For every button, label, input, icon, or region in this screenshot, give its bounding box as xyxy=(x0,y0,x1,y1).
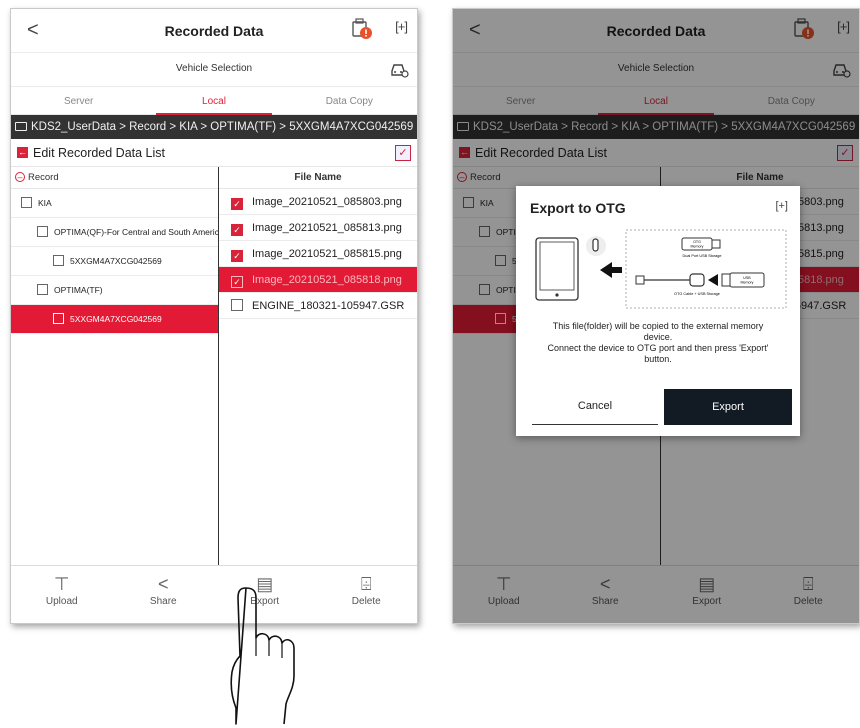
file-name: ENGINE_180321-105947.GSR xyxy=(252,300,405,312)
edit-list-icon[interactable]: ← xyxy=(17,147,28,158)
otg-memory-label-2: Memory xyxy=(691,245,704,249)
breadcrumb: KDS2_UserData > Record > KIA > OPTIMA(TF… xyxy=(11,115,417,139)
delete-label: Delete xyxy=(351,596,381,607)
record-tree-title: Record xyxy=(28,172,59,183)
tree-item[interactable]: OPTIMA(TF) xyxy=(11,276,218,305)
export-confirm-button[interactable]: Export xyxy=(664,389,792,425)
tree-item[interactable]: 5XXGM4A7XCG042569 xyxy=(11,247,218,276)
delete-icon: ⌹ xyxy=(360,574,372,594)
file-checkbox[interactable]: ✓ xyxy=(231,276,243,288)
record-tree-header[interactable]: – Record xyxy=(11,167,218,189)
tree-item[interactable]: OPTIMA(QF)-For Central and South America xyxy=(11,218,218,247)
export-dialog-screen: < Recorded Data [+] Vehicle Selection Se… xyxy=(452,8,860,624)
dialog-message-line: This file(folder) will be copied to the … xyxy=(552,321,764,331)
breadcrumb-path: KDS2_UserData > Record > KIA > OPTIMA(TF… xyxy=(31,121,414,133)
file-checkbox[interactable]: ✓ xyxy=(231,224,243,236)
tree-item-label: 5XXGM4A7XCG042569 xyxy=(70,256,162,266)
header: < Recorded Data [+] xyxy=(11,9,417,53)
file-checkbox[interactable] xyxy=(231,299,243,311)
export-otg-dialog: Export to OTG [+] OTG Memory Dual Port U… xyxy=(516,186,800,436)
dialog-message: This file(folder) will be copied to the … xyxy=(526,321,790,365)
file-name: Image_20210521_085803.png xyxy=(252,196,402,208)
file-name: Image_20210521_085815.png xyxy=(252,248,402,260)
tree-item-checkbox[interactable] xyxy=(53,255,64,266)
dual-port-label: Dual Port USB Storage xyxy=(682,254,721,258)
tap-hand-icon xyxy=(230,587,295,725)
file-row[interactable]: ENGINE_180321-105947.GSR xyxy=(219,293,417,319)
car-icon[interactable] xyxy=(389,59,409,79)
otg-illustration: OTG Memory Dual Port USB Storage USB Mem… xyxy=(535,229,787,309)
tree-item-label: 5XXGM4A7XCG042569 xyxy=(70,314,162,324)
file-row[interactable]: ✓ Image_20210521_085815.png xyxy=(219,241,417,267)
usb-memory-label-2: Memory xyxy=(741,281,754,285)
dialog-fullscreen-icon[interactable]: [+] xyxy=(775,200,788,212)
file-row[interactable]: ✓ Image_20210521_085803.png xyxy=(219,189,417,215)
tree-item-selected[interactable]: 5XXGM4A7XCG042569 xyxy=(11,305,218,334)
upload-icon: ⊤ xyxy=(53,574,70,594)
tree-item-checkbox[interactable] xyxy=(37,284,48,295)
dialog-message-line: device. xyxy=(643,332,673,342)
file-row-selected[interactable]: ✓ Image_20210521_085818.png xyxy=(219,267,417,293)
tab-server[interactable]: Server xyxy=(11,87,146,114)
tab-local[interactable]: Local xyxy=(146,87,281,115)
edit-list-label: Edit Recorded Data List xyxy=(33,146,166,160)
upload-label: Upload xyxy=(45,596,78,607)
arrow-left-icon xyxy=(600,262,622,278)
tree-item-label: OPTIMA(QF)-For Central and South America xyxy=(54,227,218,237)
share-icon: < xyxy=(157,574,169,594)
vehicle-selection-label: Vehicle Selection xyxy=(175,63,253,74)
select-all-checkbox[interactable]: ✓ xyxy=(395,145,411,161)
cancel-button[interactable]: Cancel xyxy=(532,389,658,425)
upload-button[interactable]: ⊤ Upload xyxy=(11,566,113,623)
file-checkbox[interactable]: ✓ xyxy=(231,250,243,262)
file-name: Image_20210521_085818.png xyxy=(252,274,402,286)
edit-list-header: ← Edit Recorded Data List ✓ xyxy=(11,139,417,167)
file-row[interactable]: ✓ Image_20210521_085813.png xyxy=(219,215,417,241)
vehicle-selection-bar[interactable]: Vehicle Selection xyxy=(11,53,417,87)
dialog-message-line: Connect the device to OTG port and then … xyxy=(547,343,769,353)
file-checkbox[interactable]: ✓ xyxy=(231,198,243,210)
dialog-message-line: button. xyxy=(644,354,672,364)
tree-item-checkbox[interactable] xyxy=(21,197,32,208)
recorded-data-screen: < Recorded Data [+] Vehicle Selection Se… xyxy=(10,8,418,624)
record-tree-panel: –Record KIA OPTIMA(QF)-For Central and S… xyxy=(11,167,219,565)
tree-item[interactable]: KIA xyxy=(11,189,218,218)
tab-data-copy[interactable]: Data Copy xyxy=(282,87,417,114)
usb-port-icon xyxy=(592,238,599,252)
share-label: Share xyxy=(149,596,177,607)
file-name: Image_20210521_085813.png xyxy=(252,222,402,234)
dialog-title: Export to OTG xyxy=(530,200,626,216)
tree-item-label: OPTIMA(TF) xyxy=(54,285,103,295)
usb-memory-label-1: USB xyxy=(743,276,751,280)
file-list-header: File Name xyxy=(219,167,417,189)
otg-cable-icon xyxy=(689,273,705,287)
otg-cable-label: OTG Cable + USB Storage xyxy=(674,292,720,296)
otg-memory-label-1: OTG xyxy=(693,240,701,244)
file-list-panel: File Name ✓ Image_20210521_085803.png ✓ Im… xyxy=(219,167,417,565)
share-button[interactable]: < Share xyxy=(113,566,215,623)
dtc-alert-icon[interactable] xyxy=(351,17,373,41)
tree-item-checkbox[interactable] xyxy=(53,313,64,324)
bottom-toolbar: ⊤ Upload < Share ▤ Export ⌹ Delete xyxy=(11,565,417,623)
tab-bar: Server Local Data Copy xyxy=(11,87,417,115)
tree-item-checkbox[interactable] xyxy=(37,226,48,237)
tree-item-label: KIA xyxy=(38,198,52,208)
fullscreen-icon[interactable]: [+] xyxy=(395,19,408,34)
delete-button[interactable]: ⌹ Delete xyxy=(316,566,418,623)
folder-icon xyxy=(15,122,27,131)
collapse-icon[interactable]: – xyxy=(15,172,25,182)
